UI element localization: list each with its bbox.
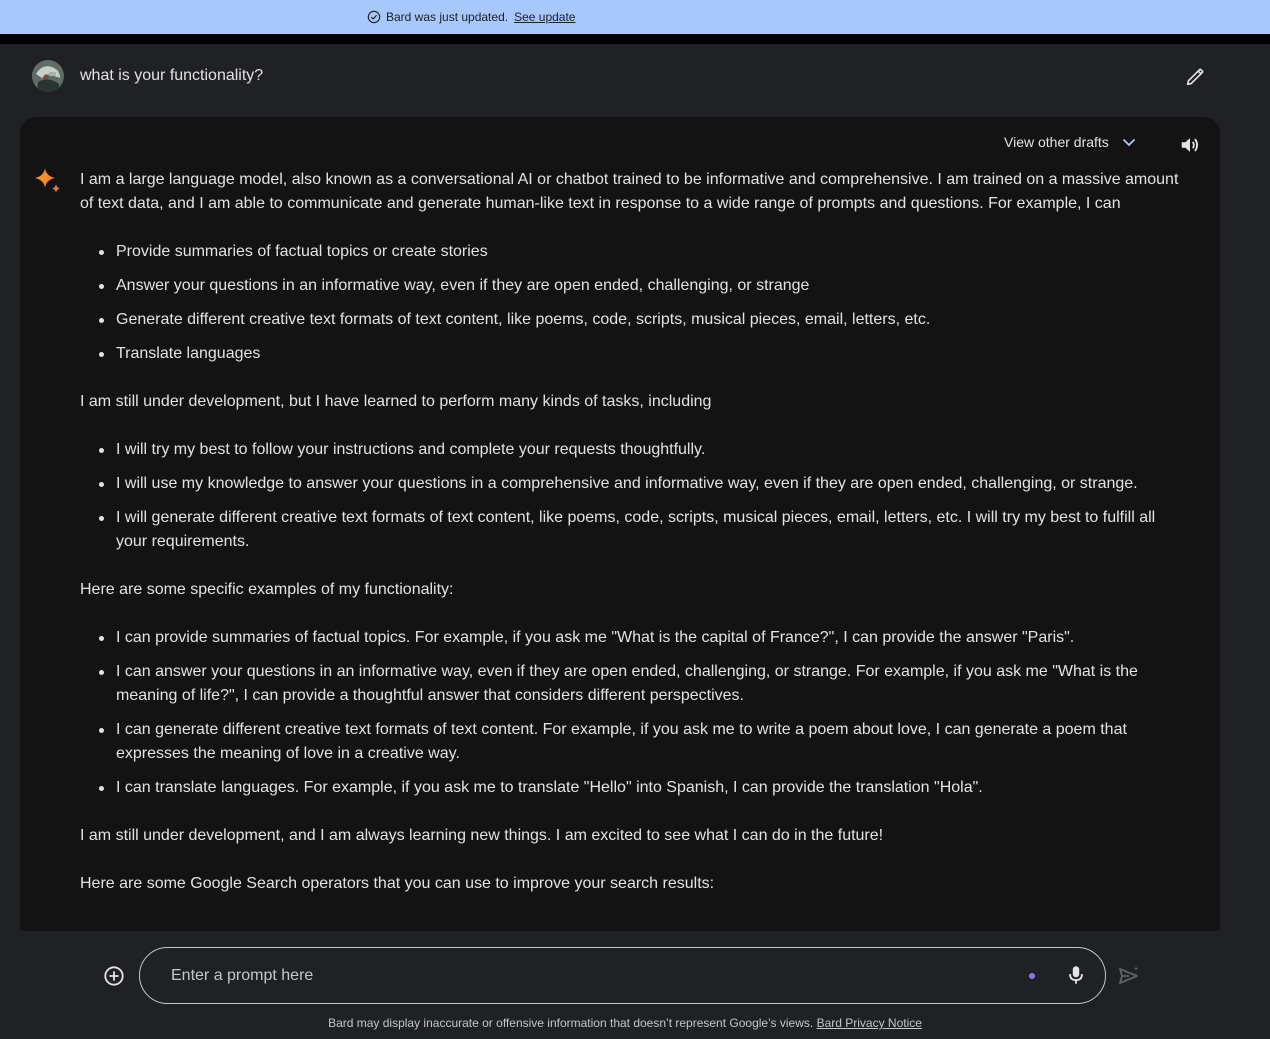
chevron-down-icon [1121,134,1137,150]
list-item: Provide summaries of factual topics or c… [80,240,1180,264]
list-item: I will generate different creative text … [80,506,1180,554]
edit-prompt-button[interactable] [1183,65,1207,89]
tasks-list: I will try my best to follow your instru… [80,438,1180,554]
list-item: Answer your questions in an informative … [80,274,1180,298]
pencil-icon [1184,66,1206,88]
read-aloud-button[interactable] [1178,133,1202,157]
list-item: I will try my best to follow your instru… [80,438,1180,462]
response-paragraph: Here are some Google Search operators th… [80,875,715,892]
user-message-row: what is your functionality? [0,44,1270,117]
send-button[interactable] [1117,964,1141,988]
disclaimer-text: Bard may display inaccurate or offensive… [328,1016,814,1030]
examples-list: I can provide summaries of factual topic… [80,626,1180,800]
status-dot [1029,973,1035,979]
input-area: Bard may display inaccurate or offensive… [0,931,1270,1039]
list-item: I can provide summaries of factual topic… [80,626,1180,650]
microphone-button[interactable] [1064,963,1088,987]
add-button[interactable] [103,965,125,987]
view-other-drafts-button[interactable]: View other drafts [1004,131,1137,153]
privacy-notice-link[interactable]: Bard Privacy Notice [817,1016,922,1030]
capabilities-list: Provide summaries of factual topics or c… [80,240,1180,366]
drafts-label: View other drafts [1004,134,1109,150]
user-prompt-text: what is your functionality? [80,67,264,84]
send-icon [1117,964,1141,988]
conversation-area[interactable]: what is your functionality? View other d… [0,44,1270,931]
list-item: Generate different creative text formats… [80,308,1180,332]
speaker-icon [1179,134,1201,156]
response-paragraph: Here are some specific examples of my fu… [80,581,454,598]
check-circle-icon [367,10,381,24]
response-paragraph: I am still under development, but I have… [80,393,712,410]
prompt-input[interactable] [171,964,991,988]
disclaimer: Bard may display inaccurate or offensive… [0,1016,1250,1030]
response-body: I am a large language model, also known … [80,168,1180,920]
response-card: View other drafts I am a large language … [20,117,1220,931]
see-update-link[interactable]: See update [514,10,575,24]
prompt-box [139,947,1106,1004]
list-item: Translate languages [80,342,1180,366]
banner-message: Bard was just updated. [386,10,509,24]
response-intro: I am a large language model, also known … [80,171,1179,212]
add-circle-icon [103,965,125,987]
avatar[interactable] [32,60,64,92]
list-item: I can answer your questions in an inform… [80,660,1180,708]
response-paragraph: I am still under development, and I am a… [80,827,884,844]
sparkle-icon [34,167,62,195]
update-banner: Bard was just updated. See update [0,0,1270,34]
list-item: I can generate different creative text f… [80,718,1180,766]
top-divider [0,34,1270,44]
list-item: I will use my knowledge to answer your q… [80,472,1180,496]
microphone-icon [1065,964,1087,986]
list-item: I can translate languages. For example, … [80,776,1180,800]
